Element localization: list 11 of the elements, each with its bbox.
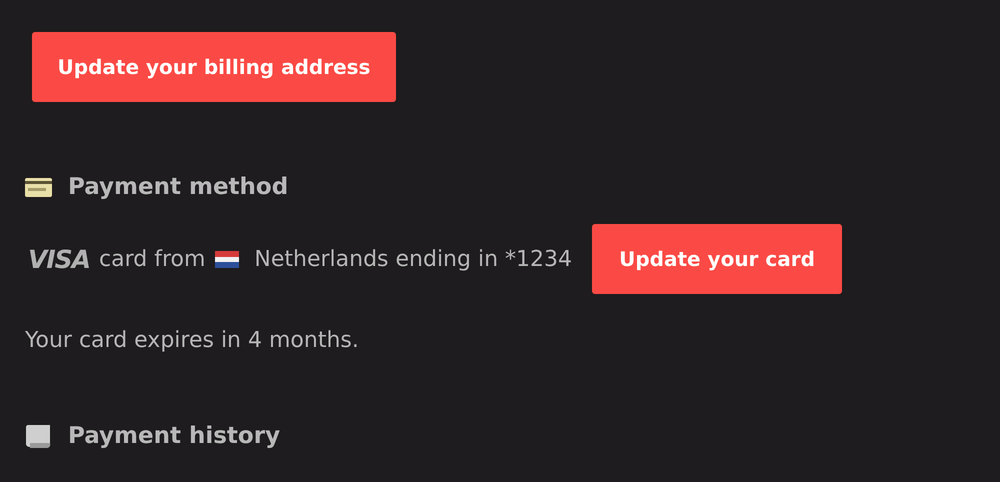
expiry-text: Your card expires in 4 months.: [25, 328, 359, 353]
update-button[interactable]: Update your billing address: [32, 32, 396, 102]
section-heading: Payment method: [68, 174, 288, 200]
scroll-icon: [25, 424, 52, 448]
visa-logo: VISA: [28, 244, 90, 274]
credit-card-icon: [25, 178, 52, 196]
card-label: card from: [99, 246, 206, 272]
card-country: Netherlands ending in *1234: [254, 246, 572, 272]
section-heading: Payment history: [68, 423, 280, 449]
netherlands-flag-icon: [215, 250, 240, 268]
update-button[interactable]: Update your card: [592, 224, 842, 294]
